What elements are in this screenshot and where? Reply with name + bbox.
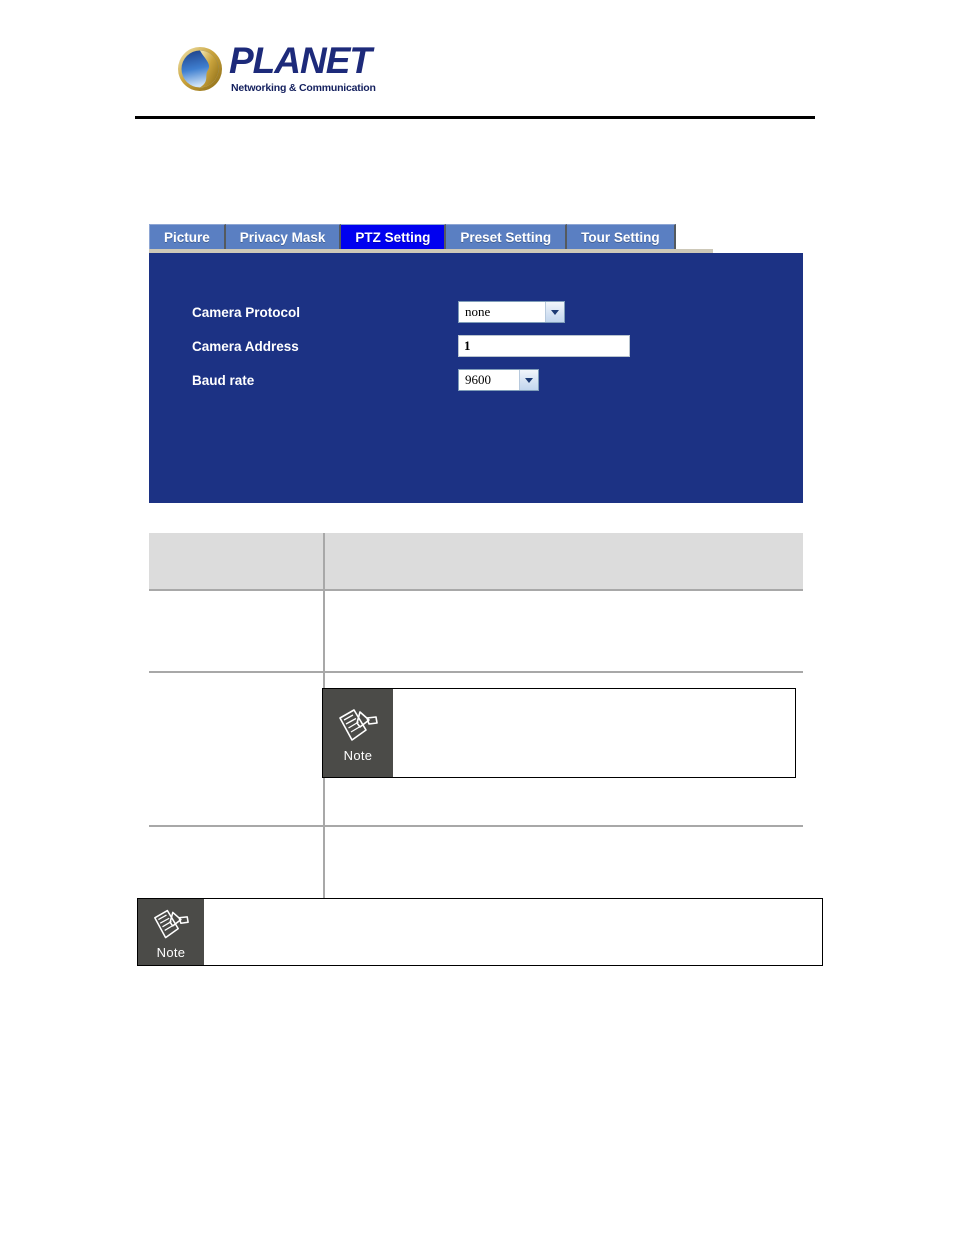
planet-globe-logo-icon [177, 46, 223, 92]
ptz-settings-panel: Camera Protocol none Camera Address 1 Ba… [149, 253, 803, 503]
form-row-camera-protocol: Camera Protocol none [192, 301, 752, 335]
baud-rate-value: 9600 [465, 372, 491, 387]
page-header: PLANET Networking & Communication [135, 36, 815, 120]
baud-rate-label: Baud rate [192, 373, 255, 388]
tab-bar: Picture Privacy Mask PTZ Setting Preset … [149, 224, 676, 249]
tab-picture[interactable]: Picture [149, 224, 226, 249]
camera-protocol-select[interactable]: none [458, 301, 565, 323]
note-body [393, 689, 795, 777]
chevron-down-icon[interactable] [545, 302, 564, 322]
table-cell-left [149, 826, 325, 901]
header-divider [135, 116, 815, 119]
note-pen-paper-icon [151, 907, 191, 943]
table-header-row [149, 533, 803, 591]
table-row [149, 826, 803, 901]
note-inline: Note [322, 688, 796, 778]
planet-logo: PLANET Networking & Communication [177, 40, 397, 98]
tab-privacy-mask[interactable]: Privacy Mask [225, 224, 342, 249]
camera-address-control: 1 [458, 335, 630, 357]
logo-tagline: Networking & Communication [231, 82, 376, 94]
tab-preset-setting[interactable]: Preset Setting [446, 224, 568, 249]
table-cell-right [324, 826, 803, 901]
table-cell-right [324, 590, 803, 673]
camera-address-label: Camera Address [192, 339, 299, 354]
table-cell-left [149, 672, 325, 827]
table-cell-left [149, 590, 325, 673]
tab-tour-setting[interactable]: Tour Setting [567, 224, 676, 249]
note-icon-panel: Note [138, 899, 204, 965]
chevron-down-icon[interactable] [519, 370, 538, 390]
baud-rate-control: 9600 [458, 369, 539, 391]
camera-protocol-label: Camera Protocol [192, 305, 301, 320]
note-pen-paper-icon [336, 706, 380, 746]
form-row-baud-rate: Baud rate 9600 [192, 369, 752, 403]
table-row [149, 590, 803, 673]
note-label: Note [343, 747, 373, 763]
tab-ptz-setting[interactable]: PTZ Setting [341, 224, 447, 249]
note-label: Note [156, 944, 186, 960]
note-bottom: Note [137, 898, 823, 966]
camera-protocol-control: none [458, 301, 565, 323]
note-icon-panel: Note [323, 689, 393, 777]
ptz-form: Camera Protocol none Camera Address 1 Ba… [192, 301, 752, 403]
camera-protocol-value: none [465, 304, 491, 319]
form-row-camera-address: Camera Address 1 [192, 335, 752, 369]
logo-wordmark: PLANET [229, 40, 372, 81]
table-header-cell-right [324, 533, 803, 591]
camera-address-input[interactable]: 1 [458, 335, 630, 357]
table-header-cell-left [149, 533, 325, 591]
note-body [204, 899, 822, 965]
baud-rate-select[interactable]: 9600 [458, 369, 539, 391]
